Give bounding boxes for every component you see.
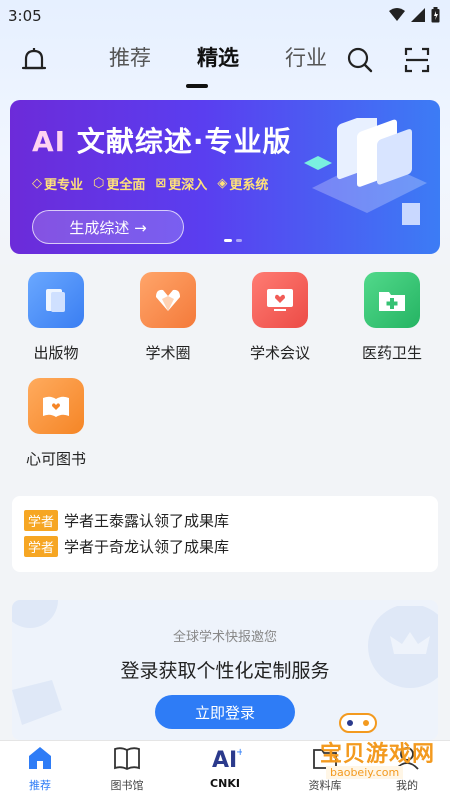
wifi-icon (389, 8, 405, 21)
scan-icon[interactable] (403, 46, 431, 74)
login-title: 登录获取个性化定制服务 (120, 660, 330, 682)
library-icon (114, 747, 140, 771)
watermark-url: baobeiy.com (326, 766, 404, 779)
news-ticker-card[interactable]: 学者 学者王泰露认领了成果库 学者 学者于奇龙认领了成果库 (12, 496, 438, 572)
top-header: 推荐 精选 行业 (0, 36, 450, 88)
feature-item: ◇ 更专业 (32, 176, 84, 193)
cross-box-icon: ⊠ (155, 176, 167, 191)
search-icon[interactable] (346, 46, 374, 74)
nav-cnki-ai[interactable]: AI + CNKI (190, 745, 260, 790)
book-icon (28, 272, 84, 328)
svg-text:+: + (236, 747, 242, 758)
documents-illustration-icon (304, 118, 427, 225)
generate-review-button[interactable]: 生成综述 → (32, 210, 184, 244)
grid-item-academic-circle[interactable]: 学术圈 (118, 272, 218, 363)
diamond-icon: ◇ (32, 176, 42, 191)
gamepad-icon (339, 713, 377, 733)
battery-icon (431, 7, 440, 23)
grid-item-xinke-books[interactable]: 心可图书 (6, 378, 106, 469)
system-icons (389, 7, 440, 23)
nav-recommend[interactable]: 推荐 (5, 745, 75, 793)
tab-industry[interactable]: 行业 (262, 42, 350, 72)
top-tabs: 推荐 精选 行业 (86, 42, 350, 72)
site-watermark: 宝贝游戏网 baobeiy.com (300, 700, 450, 800)
watermark-text: 宝贝游戏网 (320, 742, 436, 767)
bell-icon[interactable] (20, 46, 48, 76)
pagination-dot (236, 239, 242, 242)
news-text: 学者于奇龙认领了成果库 (64, 538, 230, 556)
feature-item: ⬡ 更全面 (93, 176, 146, 193)
medkit-icon (364, 272, 420, 328)
scholar-tag: 学者 (24, 536, 59, 557)
news-item[interactable]: 学者 学者王泰露认领了成果库 (24, 510, 229, 531)
svg-text:AI: AI (212, 748, 237, 771)
banner-features: ◇ 更专业 ⬡ 更全面 ⊠ 更深入 ◈ 更系统 (32, 174, 268, 193)
tab-selected[interactable]: 精选 (174, 42, 262, 72)
monitor-heart-icon (252, 272, 308, 328)
home-icon (29, 747, 51, 769)
banner-pagination (224, 239, 242, 242)
pagination-dot (224, 239, 232, 242)
ai-icon: AI+ (212, 747, 244, 773)
login-subtitle: 全球学术快报邀您 (172, 630, 277, 645)
tab-recommend[interactable]: 推荐 (86, 42, 174, 72)
login-button[interactable]: 立即登录 (155, 695, 295, 729)
grid-item-medicine[interactable]: 医药卫生 (342, 272, 442, 363)
open-book-heart-icon (28, 378, 84, 434)
active-tab-indicator (186, 84, 208, 88)
news-item[interactable]: 学者 学者于奇龙认领了成果库 (24, 536, 229, 557)
feature-item: ◈ 更系统 (217, 176, 269, 193)
banner-title: AI 文献综述·专业版 (32, 125, 292, 158)
grid-item-conferences[interactable]: 学术会议 (230, 272, 330, 363)
shield-icon: ◈ (217, 176, 228, 191)
ai-review-banner[interactable]: AI 文献综述·专业版 ◇ 更专业 ⬡ 更全面 ⊠ 更深入 ◈ 更系统 生成综述 → (10, 100, 440, 254)
status-bar: 3:05 (0, 0, 450, 32)
status-time: 3:05 (8, 7, 42, 25)
scholar-tag: 学者 (24, 510, 59, 531)
heart-hands-icon (140, 272, 196, 328)
news-text: 学者王泰露认领了成果库 (64, 512, 230, 530)
cube-icon: ⬡ (93, 176, 105, 191)
signal-icon (411, 8, 425, 22)
grid-item-publications[interactable]: 出版物 (6, 272, 106, 363)
feature-item: ⊠ 更深入 (155, 176, 208, 193)
nav-library[interactable]: 图书馆 (92, 745, 162, 793)
